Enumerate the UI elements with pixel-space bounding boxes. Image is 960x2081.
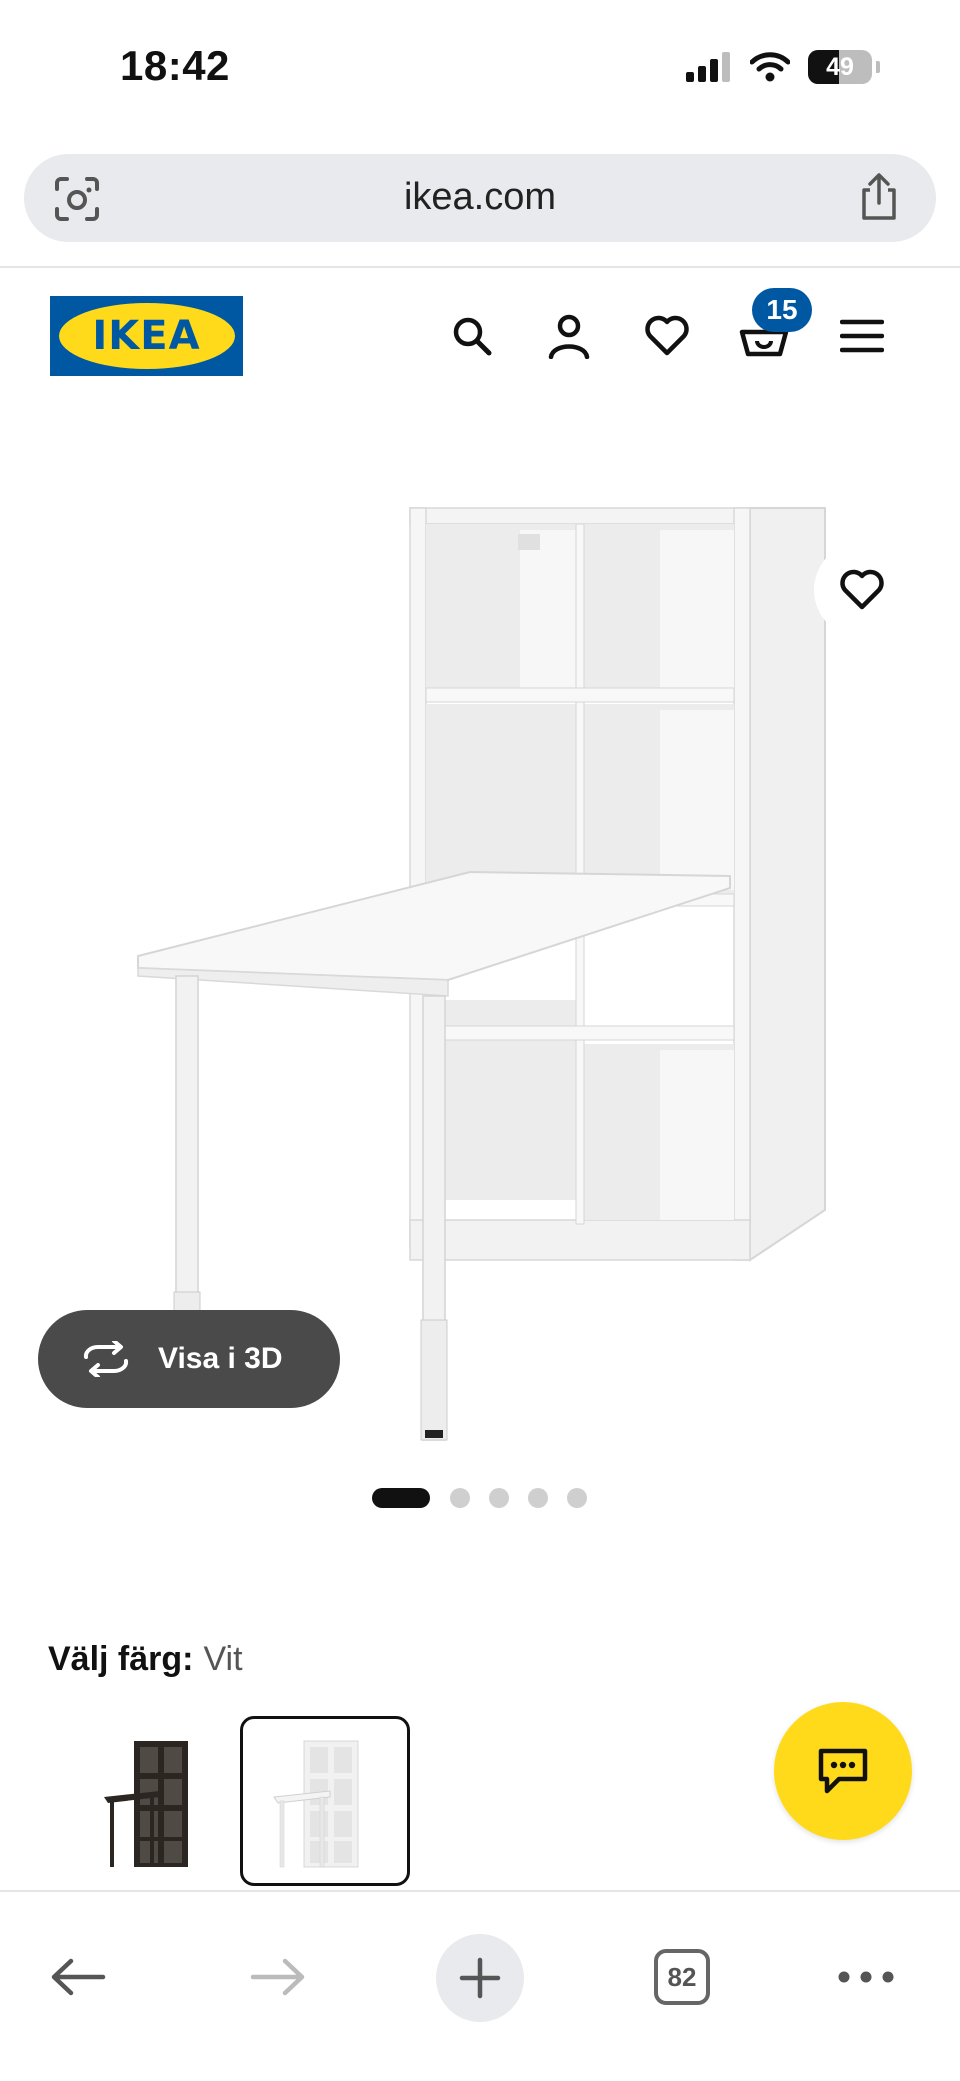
status-icons: 49 xyxy=(686,50,880,84)
back-arrow-icon xyxy=(51,1958,106,1996)
browser-toolbar: 82 xyxy=(0,1890,960,2081)
wifi-icon xyxy=(750,52,790,82)
account-icon xyxy=(548,314,590,359)
status-bar: 18:42 49 xyxy=(0,0,960,140)
rotate-3d-icon xyxy=(83,1341,129,1377)
menu-icon xyxy=(840,319,884,353)
favourites-button[interactable] xyxy=(641,310,693,362)
battery-tip xyxy=(876,61,880,73)
heart-icon xyxy=(840,569,884,610)
swatch-image-white xyxy=(273,1740,359,1868)
battery-level: 49 xyxy=(826,53,854,81)
logo-oval: IKEA xyxy=(58,303,235,369)
tabs-button[interactable]: 82 xyxy=(650,1932,714,2022)
share-icon[interactable] xyxy=(856,172,902,222)
status-time: 18:42 xyxy=(120,42,230,89)
site-header: IKEA 15 xyxy=(0,280,960,400)
color-chooser-label-row: Välj färg: Vit xyxy=(48,1640,243,1679)
address-bar[interactable]: ikea.com xyxy=(24,154,936,242)
carousel-dot[interactable] xyxy=(450,1488,470,1508)
save-favourite-button[interactable] xyxy=(814,542,910,638)
more-icon xyxy=(838,1971,894,1983)
back-button[interactable] xyxy=(46,1932,110,2022)
carousel-dot[interactable] xyxy=(567,1488,587,1508)
tabs-icon: 82 xyxy=(654,1949,710,2005)
view-in-3d-button[interactable]: Visa i 3D xyxy=(38,1310,340,1408)
image-carousel-indicator[interactable] xyxy=(0,1486,960,1510)
chat-icon xyxy=(818,1748,868,1794)
carousel-dot[interactable] xyxy=(489,1488,509,1508)
ikea-logo[interactable]: IKEA xyxy=(50,296,243,376)
divider xyxy=(0,266,960,268)
chat-button[interactable] xyxy=(774,1702,912,1840)
battery-indicator: 49 xyxy=(808,50,872,84)
selected-color-value: Vit xyxy=(203,1640,243,1678)
signal-icon xyxy=(686,52,730,82)
heart-icon xyxy=(645,315,689,356)
forward-arrow-icon xyxy=(250,1958,305,1996)
view-in-3d-label: Visa i 3D xyxy=(158,1342,283,1375)
carousel-dot[interactable] xyxy=(372,1488,430,1508)
carousel-dot[interactable] xyxy=(528,1488,548,1508)
menu-button[interactable] xyxy=(836,310,888,362)
more-button[interactable] xyxy=(834,1932,898,2022)
color-swatch-black-brown[interactable] xyxy=(70,1716,240,1886)
plus-icon xyxy=(459,1957,501,1999)
search-icon xyxy=(453,317,492,356)
cart-count-badge[interactable]: 15 xyxy=(752,288,812,332)
logo-text: IKEA xyxy=(92,313,201,359)
search-button[interactable] xyxy=(446,310,498,362)
color-swatch-white[interactable] xyxy=(240,1716,410,1886)
swatch-image-dark xyxy=(104,1741,188,1867)
color-chooser-label: Välj färg: xyxy=(48,1640,194,1678)
url-text[interactable]: ikea.com xyxy=(24,176,936,219)
account-button[interactable] xyxy=(543,310,595,362)
forward-button[interactable] xyxy=(246,1932,310,2022)
new-tab-button[interactable] xyxy=(436,1934,524,2022)
product-image-gallery[interactable]: Visa i 3D xyxy=(0,420,960,1460)
